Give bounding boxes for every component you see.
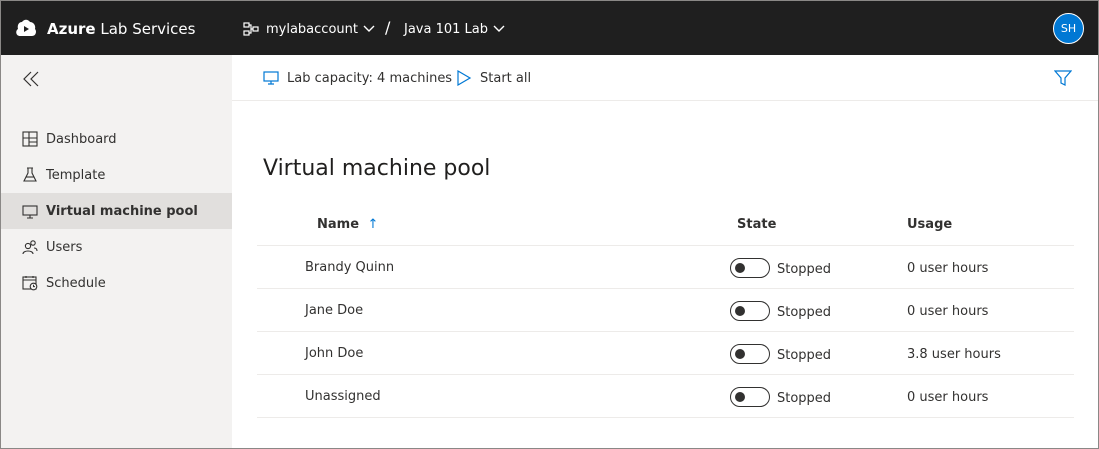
vm-usage: 0 user hours [907,304,989,319]
vm-state: Stopped [777,262,832,277]
sidebar-item-label: Users [46,239,83,255]
sidebar-item-schedule[interactable]: Schedule [1,265,232,301]
vm-name: Brandy Quinn [305,260,395,275]
start-all-button[interactable]: Start all [456,69,531,87]
table-row[interactable]: John Doe Stopped 3.8 user hours [257,332,1074,375]
account-name: mylabaccount [266,21,358,37]
chevron-down-icon [493,25,505,32]
sidebar-item-label: Dashboard [46,131,117,147]
lab-selector[interactable]: Java 101 Lab [404,18,505,40]
table-row[interactable]: Unassigned Stopped 0 user hours [257,375,1074,418]
start-all-label: Start all [480,70,532,86]
vm-table: Name ↑ State Usage Brandy Quinn Stopped … [257,204,1074,418]
vm-state-toggle[interactable] [730,301,770,321]
table-row[interactable]: Brandy Quinn Stopped 0 user hours [257,246,1074,289]
chevron-down-icon [363,25,375,32]
top-bar: Azure Lab Services mylabaccount / Java 1… [1,1,1098,55]
table-header: Name ↑ State Usage [257,204,1074,246]
play-icon [457,70,472,86]
sidebar-item-label: Template [46,167,106,183]
table-row[interactable]: Jane Doe Stopped 0 user hours [257,289,1074,332]
page-title: Virtual machine pool [263,156,491,181]
vm-name: Unassigned [305,389,381,404]
sidebar-item-template[interactable]: Template [1,157,232,193]
sidebar-item-label: Schedule [46,275,106,291]
vm-state-toggle[interactable] [730,344,770,364]
monitor-icon [263,71,279,85]
brand[interactable]: Azure Lab Services [15,17,195,41]
dashboard-icon [21,131,38,148]
sidebar: Dashboard Template Virtual machine pool … [1,55,232,448]
calendar-icon [21,275,38,292]
filter-icon[interactable] [1054,69,1072,87]
vm-name: Jane Doe [305,303,364,318]
vm-name: John Doe [305,346,364,361]
hierarchy-icon [243,22,259,36]
vm-state: Stopped [777,391,832,406]
sort-ascending-icon: ↑ [367,217,379,232]
sidebar-item-virtual-machine-pool[interactable]: Virtual machine pool [1,193,232,229]
vm-state: Stopped [777,305,832,320]
azure-lab-logo-icon [16,19,36,36]
vm-state-toggle[interactable] [730,258,770,278]
app-title: Azure Lab Services [47,20,196,38]
lab-capacity-label: Lab capacity: 4 machines [287,70,453,86]
column-header-name[interactable]: Name ↑ [317,217,378,232]
lab-capacity-button[interactable]: Lab capacity: 4 machines [263,69,452,87]
users-icon [21,239,38,256]
account-selector[interactable]: mylabaccount [243,18,382,40]
user-avatar[interactable]: SH [1053,13,1084,44]
vm-usage: 0 user hours [907,261,989,276]
vm-state-toggle[interactable] [730,387,770,407]
vm-usage: 0 user hours [907,390,989,405]
vm-state: Stopped [777,348,832,363]
monitor-icon [21,203,38,220]
breadcrumb-separator: / [385,18,391,37]
collapse-sidebar-icon[interactable] [21,69,41,89]
app-window: Azure Lab Services mylabaccount / Java 1… [0,0,1099,449]
sidebar-nav: Dashboard Template Virtual machine pool … [1,121,232,301]
column-header-usage[interactable]: Usage [907,217,952,232]
command-bar: Lab capacity: 4 machines Start all [232,55,1098,101]
sidebar-item-dashboard[interactable]: Dashboard [1,121,232,157]
lab-name: Java 101 Lab [404,21,488,37]
column-header-state[interactable]: State [737,217,776,232]
sidebar-item-users[interactable]: Users [1,229,232,265]
flask-icon [21,167,38,184]
sidebar-item-label: Virtual machine pool [46,203,198,219]
vm-usage: 3.8 user hours [907,347,1001,362]
